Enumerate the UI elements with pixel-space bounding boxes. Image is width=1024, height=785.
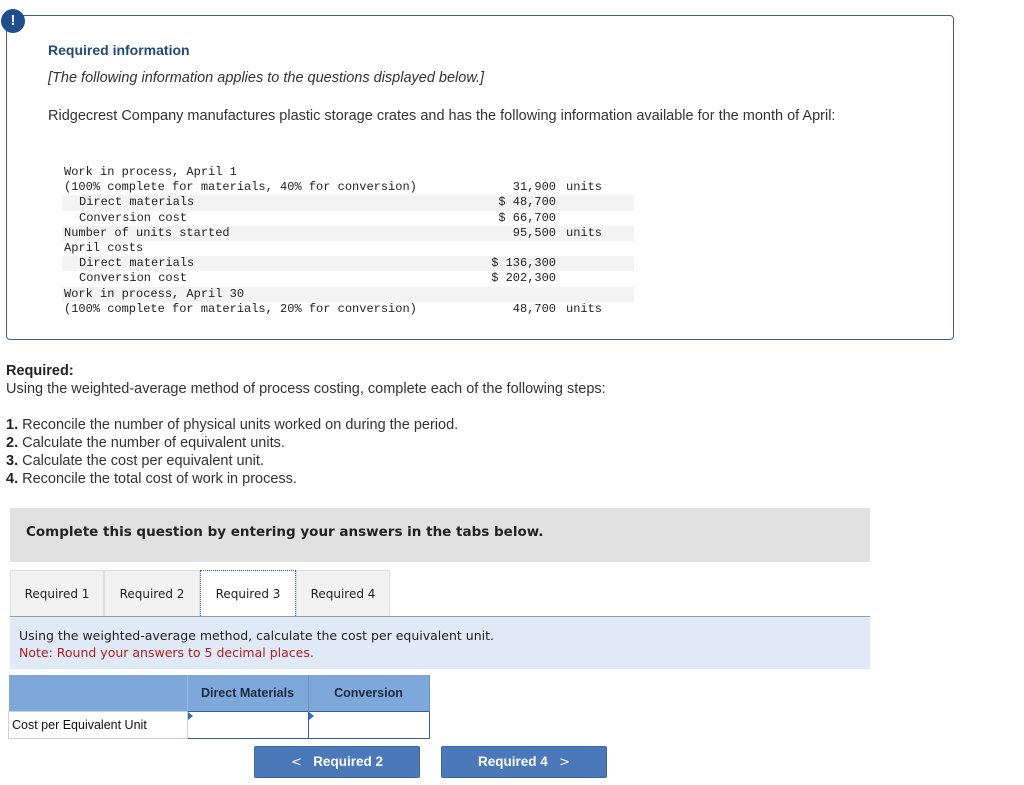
data-row: Conversion cost $ 202,300 <box>79 271 556 286</box>
step-item: 3. Calculate the cost per equivalent uni… <box>6 453 264 469</box>
conversion-cell <box>307 711 430 739</box>
data-row: Direct materials $ 136,300 <box>62 256 634 272</box>
data-row: Work in process, April 30 <box>62 286 634 302</box>
answer-table: Direct Materials Conversion Cost per Equ… <box>8 675 430 739</box>
input-flag-icon <box>308 712 314 720</box>
data-row: April costs <box>64 240 144 255</box>
answer-table-header: Direct Materials Conversion <box>8 675 430 712</box>
rounding-note: Note: Round your answers to 5 decimal pl… <box>19 645 314 660</box>
table-row: Cost per Equivalent Unit <box>8 711 430 739</box>
direct-materials-cell <box>186 711 309 739</box>
data-row: Direct materials $ 48,700 <box>62 195 634 211</box>
required-heading: Required: <box>6 363 74 379</box>
previous-required-2-button[interactable]: < Required 2 <box>254 746 420 778</box>
required-steps-list: 1. Reconcile the number of physical unit… <box>6 416 458 488</box>
step-item: 2. Calculate the number of equivalent un… <box>6 435 285 451</box>
header-direct-materials: Direct Materials <box>186 675 309 712</box>
input-flag-icon <box>187 712 193 720</box>
tab-required-2[interactable]: Required 2 <box>104 570 200 616</box>
header-conversion: Conversion <box>308 675 430 712</box>
next-required-4-button[interactable]: Required 4 > <box>441 746 607 778</box>
data-row: Number of units started 95,500 units <box>62 225 634 241</box>
complete-question-banner: Complete this question by entering your … <box>10 508 870 562</box>
chevron-right-icon: > <box>559 755 570 770</box>
step-item: 4. Reconcile the total cost of work in p… <box>6 471 297 487</box>
required-description: Using the weighted-average method of pro… <box>6 381 606 397</box>
tab-required-1[interactable]: Required 1 <box>10 570 104 616</box>
step-item: 1. Reconcile the number of physical unit… <box>6 417 459 433</box>
data-row: Work in process, April 1 <box>64 165 237 179</box>
row-label-cost-per-equivalent-unit: Cost per Equivalent Unit <box>8 711 188 739</box>
tab-required-4[interactable]: Required 4 <box>296 570 390 616</box>
direct-materials-input[interactable] <box>187 714 308 736</box>
required-information-title: Required information <box>48 42 190 58</box>
conversion-input[interactable] <box>308 714 429 736</box>
data-row: (100% complete for materials, 40% for co… <box>64 180 603 195</box>
alert-icon: ! <box>1 9 25 33</box>
instructions-panel: Using the weighted-average method, calcu… <box>10 617 870 669</box>
instructions-text: Using the weighted-average method, calcu… <box>19 628 494 643</box>
data-row: Conversion cost $ 66,700 <box>79 210 556 225</box>
data-row: (100% complete for materials, 20% for co… <box>64 301 603 316</box>
chevron-left-icon: < <box>291 755 302 770</box>
tab-required-3[interactable]: Required 3 <box>200 570 296 618</box>
given-data-table: Work in process, April 1 (100% complete … <box>62 165 634 317</box>
problem-intro: Ridgecrest Company manufactures plastic … <box>48 108 836 124</box>
required-information-subtitle: [The following information applies to th… <box>48 70 485 86</box>
header-blank <box>8 675 187 712</box>
